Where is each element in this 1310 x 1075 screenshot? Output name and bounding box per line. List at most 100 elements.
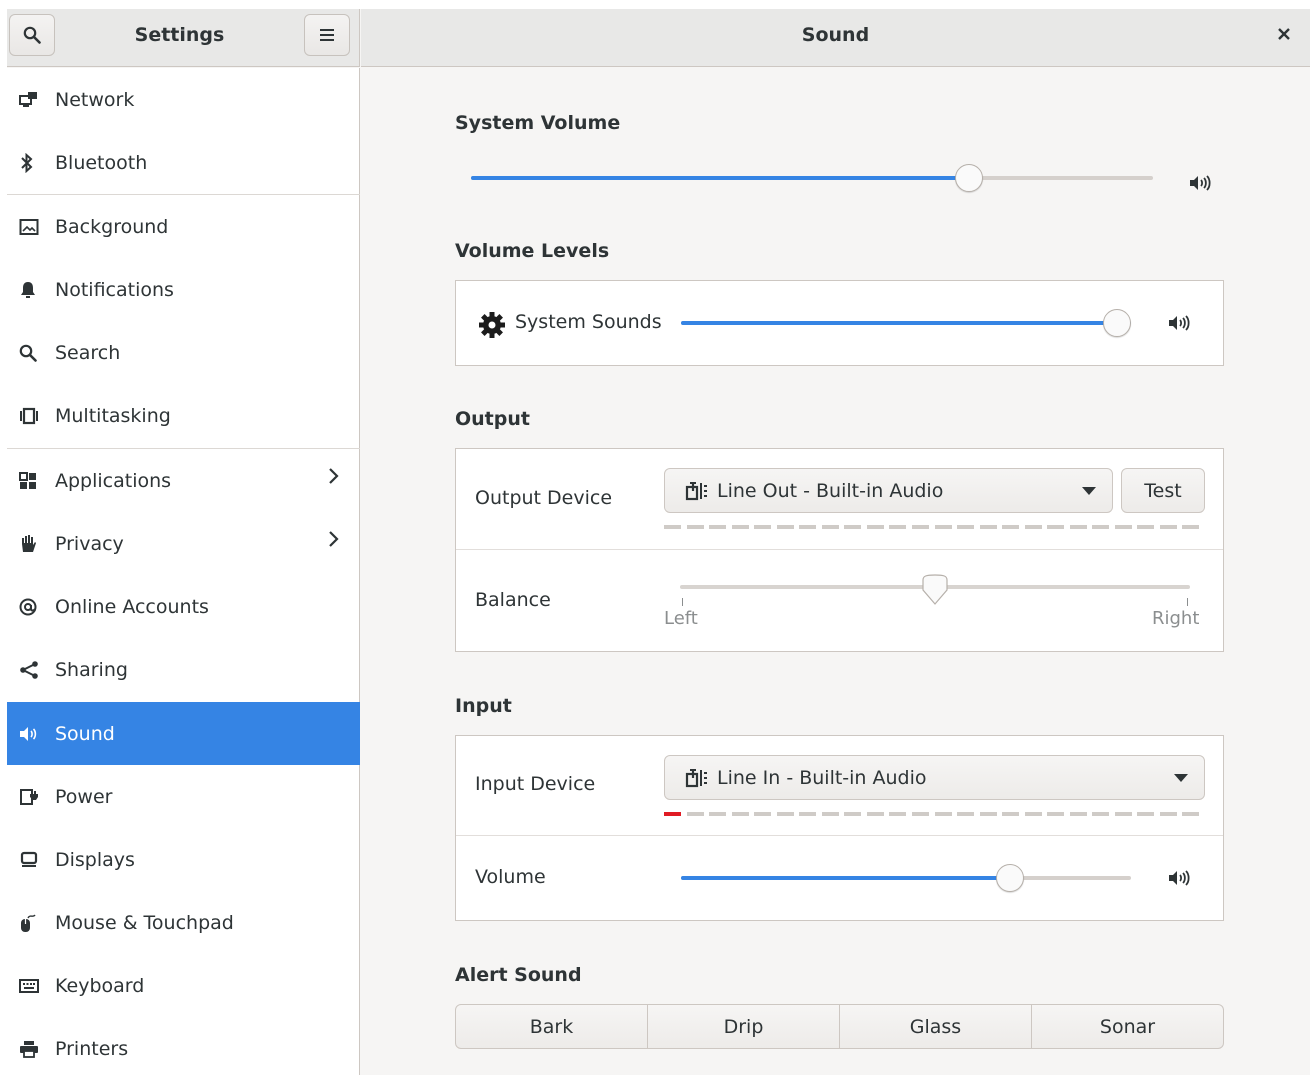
level-segment xyxy=(912,525,929,529)
level-segment xyxy=(1137,525,1154,529)
alert-sound-option-bark[interactable]: Bark xyxy=(455,1004,648,1049)
level-segment xyxy=(844,525,861,529)
close-button[interactable] xyxy=(1272,22,1296,46)
level-segment xyxy=(1047,525,1064,529)
sidebar-item-label: Privacy xyxy=(55,532,124,555)
sidebar-item-label: Power xyxy=(55,785,113,808)
level-segment xyxy=(1070,525,1087,529)
input-device-value: Line In - Built-in Audio xyxy=(717,766,927,789)
sidebar: Network Bluetooth Background Notificatio… xyxy=(7,68,360,1075)
level-segment xyxy=(799,812,816,816)
balance-tick-right xyxy=(1187,598,1188,606)
sidebar-item-power[interactable]: Power xyxy=(7,765,360,828)
background-icon xyxy=(7,218,55,236)
sidebar-item-mouse-touchpad[interactable]: Mouse & Touchpad xyxy=(7,891,360,954)
alert-sound-option-glass[interactable]: Glass xyxy=(840,1004,1032,1049)
input-frame: Input Device Line In - Built-in Audio Vo… xyxy=(455,735,1224,921)
slider-fill xyxy=(681,876,1010,880)
sidebar-item-multitasking[interactable]: Multitasking xyxy=(7,384,360,447)
slider-knob[interactable] xyxy=(1103,309,1131,337)
level-segment xyxy=(957,525,974,529)
sidebar-item-background[interactable]: Background xyxy=(7,195,360,258)
sidebar-item-bluetooth[interactable]: Bluetooth xyxy=(7,131,360,194)
sidebar-item-label: Keyboard xyxy=(55,974,145,997)
level-segment xyxy=(1115,812,1132,816)
row-separator xyxy=(456,549,1223,550)
system-volume-slider[interactable] xyxy=(471,163,1153,193)
slider-knob[interactable] xyxy=(996,864,1024,892)
output-level-meter xyxy=(664,525,1205,529)
sidebar-item-online-accounts[interactable]: Online Accounts xyxy=(7,575,360,638)
hand-icon xyxy=(7,534,55,554)
level-segment xyxy=(822,812,839,816)
level-segment xyxy=(1002,525,1019,529)
share-icon xyxy=(7,660,55,679)
balance-right-label: Right xyxy=(1152,608,1200,629)
sidebar-item-keyboard[interactable]: Keyboard xyxy=(7,954,360,1017)
level-segment xyxy=(754,812,771,816)
dropdown-arrow-icon xyxy=(1082,487,1096,495)
row-separator xyxy=(456,835,1223,836)
sidebar-item-search[interactable]: Search xyxy=(7,321,360,384)
slider-knob[interactable] xyxy=(955,164,983,192)
system-volume-title: System Volume xyxy=(455,112,621,134)
input-device-label: Input Device xyxy=(475,773,596,795)
level-segment xyxy=(1092,812,1109,816)
network-icon xyxy=(7,91,55,109)
output-device-label: Output Device xyxy=(475,487,613,509)
balance-slider[interactable] xyxy=(680,574,1190,610)
slider-fill xyxy=(681,321,1131,325)
sidebar-headerbar: Settings xyxy=(7,9,360,67)
bluetooth-icon xyxy=(7,152,55,173)
sidebar-item-sharing[interactable]: Sharing xyxy=(7,638,360,701)
slider-fill xyxy=(471,176,969,180)
sidebar-item-notifications[interactable]: Notifications xyxy=(7,258,360,321)
level-segment xyxy=(709,525,726,529)
input-title: Input xyxy=(455,695,512,717)
input-device-dropdown[interactable]: Line In - Built-in Audio xyxy=(664,755,1205,800)
level-segment xyxy=(732,812,749,816)
level-segment xyxy=(1115,525,1132,529)
alert-sound-option-drip[interactable]: Drip xyxy=(648,1004,840,1049)
level-segment xyxy=(889,812,906,816)
level-segment xyxy=(867,525,884,529)
audio-card-icon xyxy=(685,768,709,788)
level-segment xyxy=(1025,525,1042,529)
applications-icon xyxy=(7,471,55,490)
speaker-icon xyxy=(7,726,55,742)
level-segment xyxy=(1182,812,1199,816)
balance-tick-left xyxy=(682,598,683,606)
test-button[interactable]: Test xyxy=(1121,468,1205,513)
level-segment xyxy=(1160,812,1177,816)
sidebar-item-sound[interactable]: Sound xyxy=(7,702,360,765)
input-volume-slider[interactable] xyxy=(681,863,1131,893)
output-device-dropdown[interactable]: Line Out - Built-in Audio xyxy=(664,468,1113,513)
at-sign-icon xyxy=(7,598,55,616)
volume-high-icon xyxy=(1189,174,1211,197)
search-icon xyxy=(23,26,41,44)
sidebar-item-printers[interactable]: Printers xyxy=(7,1017,360,1075)
sidebar-item-applications[interactable]: Applications xyxy=(7,449,360,512)
level-segment xyxy=(687,812,704,816)
search-icon xyxy=(7,344,55,362)
menu-button[interactable] xyxy=(304,14,350,56)
slider-knob[interactable] xyxy=(920,574,950,608)
sidebar-item-label: Notifications xyxy=(55,278,174,301)
level-segment xyxy=(1092,525,1109,529)
sidebar-item-displays[interactable]: Displays xyxy=(7,828,360,891)
sidebar-item-label: Printers xyxy=(55,1037,129,1060)
input-volume-label: Volume xyxy=(475,866,546,888)
output-device-value: Line Out - Built-in Audio xyxy=(717,479,944,502)
level-segment xyxy=(777,812,794,816)
sidebar-item-network[interactable]: Network xyxy=(7,68,360,131)
level-segment xyxy=(732,525,749,529)
level-segment xyxy=(822,525,839,529)
system-sounds-slider[interactable] xyxy=(681,308,1131,338)
sidebar-item-label: Search xyxy=(55,341,121,364)
search-button[interactable] xyxy=(9,14,55,56)
output-frame: Output Device Line Out - Built-in Audio … xyxy=(455,448,1224,652)
sidebar-item-privacy[interactable]: Privacy xyxy=(7,512,360,575)
display-icon xyxy=(7,851,55,869)
level-segment xyxy=(844,812,861,816)
alert-sound-option-sonar[interactable]: Sonar xyxy=(1032,1004,1224,1049)
